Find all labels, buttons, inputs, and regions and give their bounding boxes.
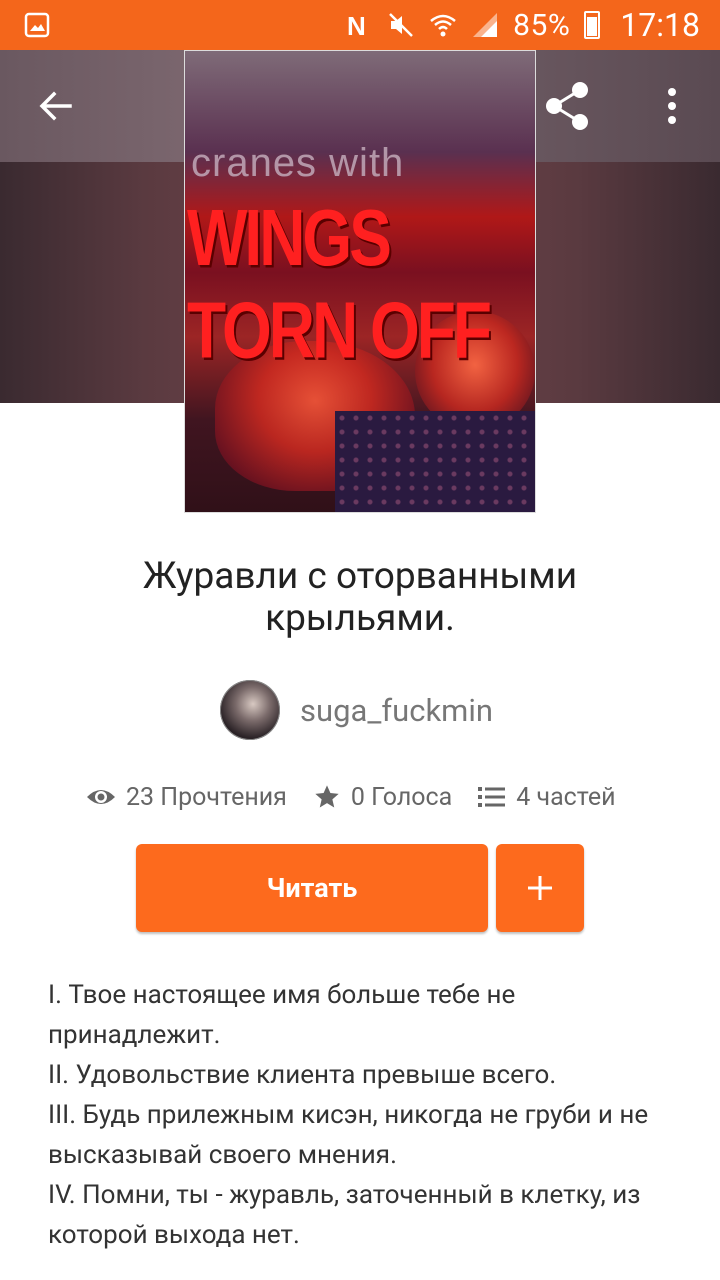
description-line: I. Твое настоящее имя больше тебе не при…	[48, 980, 516, 1050]
cover-title: WINGS TORN OFF	[187, 192, 492, 375]
description-line: III. Будь прилежным кисэн, никогда не гр…	[48, 1100, 649, 1170]
gallery-icon	[24, 12, 50, 38]
plus-icon	[528, 876, 552, 900]
avatar[interactable]	[220, 680, 280, 740]
battery-percent: 85%	[513, 7, 571, 43]
back-arrow-icon[interactable]	[36, 86, 76, 126]
signal-icon	[473, 13, 498, 37]
eye-icon	[87, 790, 115, 804]
svg-text:N: N	[347, 11, 366, 39]
author-link[interactable]: suga_fuckmin	[220, 680, 493, 740]
story-description: I. Твое настоящее имя больше тебе не при…	[48, 975, 688, 1255]
reads-stat: 23 Прочтения	[86, 783, 287, 812]
cover-subtitle: cranes with	[191, 141, 405, 185]
wifi-icon	[430, 14, 456, 37]
parts-count: 4 частей	[516, 782, 616, 812]
nfc-icon: N	[347, 11, 366, 39]
add-to-library-button[interactable]	[496, 844, 584, 932]
description-line: II. Удовольствие клиента превыше всего.	[48, 1060, 557, 1090]
read-button[interactable]: Читать	[136, 844, 488, 932]
status-bar: N 85% 17:18	[0, 0, 720, 50]
star-icon	[315, 785, 339, 808]
cover-pattern	[335, 411, 535, 512]
author-name[interactable]: suga_fuckmin	[300, 692, 493, 729]
more-vert-icon[interactable]	[654, 84, 690, 128]
reads-count: 23 Прочтения	[126, 782, 287, 812]
description-line: IV. Помни, ты - журавль, заточенный в кл…	[48, 1180, 641, 1250]
votes-stat: 0 Голоса	[313, 783, 452, 812]
clock: 17:18	[620, 6, 700, 44]
battery-icon	[584, 11, 601, 39]
book-cover[interactable]: cranes with WINGS TORN OFF	[184, 50, 536, 513]
votes-count: 0 Голоса	[350, 782, 453, 812]
list-icon	[478, 787, 506, 807]
mute-icon	[389, 13, 413, 37]
parts-stat: 4 частей	[478, 782, 616, 812]
story-title: Журавли с оторванными крыльями.	[142, 555, 578, 640]
share-icon[interactable]	[540, 78, 596, 134]
story-stats: 23 Прочтения 0 Голоса 4 частей	[86, 778, 642, 816]
